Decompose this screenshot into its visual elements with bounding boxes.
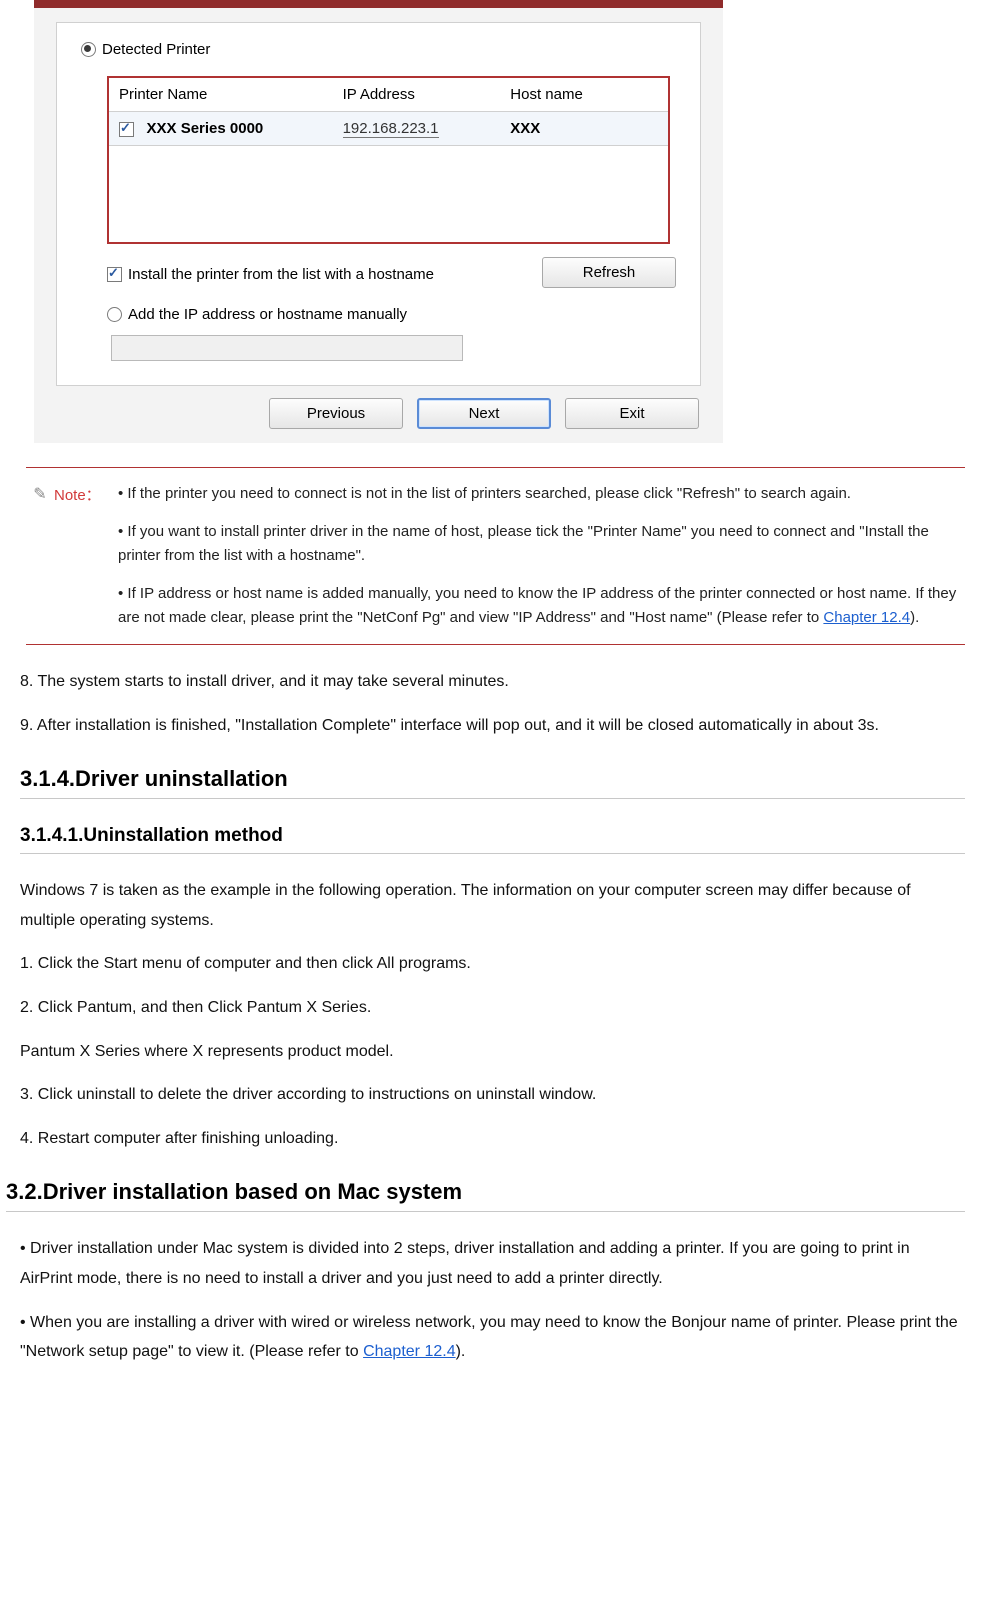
divider xyxy=(20,798,965,799)
note-block: ✎ Note： • If the printer you need to con… xyxy=(26,467,965,645)
manual-ip-input[interactable] xyxy=(111,335,463,361)
col-host: Host name xyxy=(510,86,583,103)
printer-table-row[interactable]: XXX Series 0000 192.168.223.1 XXX xyxy=(109,112,668,146)
note-label: Note： xyxy=(54,482,118,505)
detected-printer-radio-row: Detected Printer xyxy=(81,41,676,58)
previous-button[interactable]: Previous xyxy=(269,398,403,429)
printer-row-checkbox[interactable] xyxy=(119,122,134,137)
printer-row-name: XXX Series 0000 xyxy=(147,120,264,137)
uninstall-step-2b: Pantum X Series where X represents produ… xyxy=(20,1037,965,1067)
step-8: 8. The system starts to install driver, … xyxy=(20,667,965,697)
uninstall-step-2: 2. Click Pantum, and then Click Pantum X… xyxy=(20,993,965,1023)
mac-line-1: • Driver installation under Mac system i… xyxy=(20,1234,965,1293)
dialog-button-row: Previous Next Exit xyxy=(34,386,723,429)
note-line-3: • If IP address or host name is added ma… xyxy=(118,582,957,630)
uninstall-step-1: 1. Click the Start menu of computer and … xyxy=(20,949,965,979)
uninstall-intro: Windows 7 is taken as the example in the… xyxy=(20,876,965,935)
detected-printer-radio[interactable] xyxy=(81,42,96,57)
chapter-12-4-link-2[interactable]: Chapter 12.4 xyxy=(363,1343,456,1360)
printer-table-header: Printer Name IP Address Host name xyxy=(109,78,668,112)
col-name: Printer Name xyxy=(119,86,207,103)
article-body: 8. The system starts to install driver, … xyxy=(20,667,965,1367)
next-button[interactable]: Next xyxy=(417,398,551,429)
divider xyxy=(6,1211,965,1212)
heading-3-2: 3.2.Driver installation based on Mac sys… xyxy=(6,1179,965,1205)
note-line-2: • If you want to install printer driver … xyxy=(118,520,957,568)
note-icon: ✎ xyxy=(26,482,54,504)
install-hostname-checkbox[interactable] xyxy=(107,267,122,282)
uninstall-step-4: 4. Restart computer after finishing unlo… xyxy=(20,1124,965,1154)
divider xyxy=(20,853,965,854)
chapter-12-4-link[interactable]: Chapter 12.4 xyxy=(823,609,910,626)
heading-3-1-4: 3.1.4.Driver uninstallation xyxy=(20,766,965,792)
uninstall-step-3: 3. Click uninstall to delete the driver … xyxy=(20,1080,965,1110)
note-line-1: • If the printer you need to connect is … xyxy=(118,482,957,506)
manual-ip-radio[interactable] xyxy=(107,307,122,322)
heading-3-1-4-1: 3.1.4.1.Uninstallation method xyxy=(20,825,965,847)
refresh-button[interactable]: Refresh xyxy=(542,257,676,288)
printer-row-host: XXX xyxy=(510,120,540,137)
printer-row-ip: 192.168.223.1 xyxy=(343,120,439,138)
col-ip: IP Address xyxy=(343,86,415,103)
detected-printer-label: Detected Printer xyxy=(102,41,210,58)
mac-line-2: • When you are installing a driver with … xyxy=(20,1308,965,1367)
exit-button[interactable]: Exit xyxy=(565,398,699,429)
printer-table: Printer Name IP Address Host name XXX Se… xyxy=(107,76,670,244)
step-9: 9. After installation is finished, "Inst… xyxy=(20,711,965,741)
installer-dialog: Detected Printer Printer Name IP Address… xyxy=(34,0,965,443)
install-hostname-label: Install the printer from the list with a… xyxy=(128,266,434,283)
manual-ip-label: Add the IP address or hostname manually xyxy=(128,306,407,323)
